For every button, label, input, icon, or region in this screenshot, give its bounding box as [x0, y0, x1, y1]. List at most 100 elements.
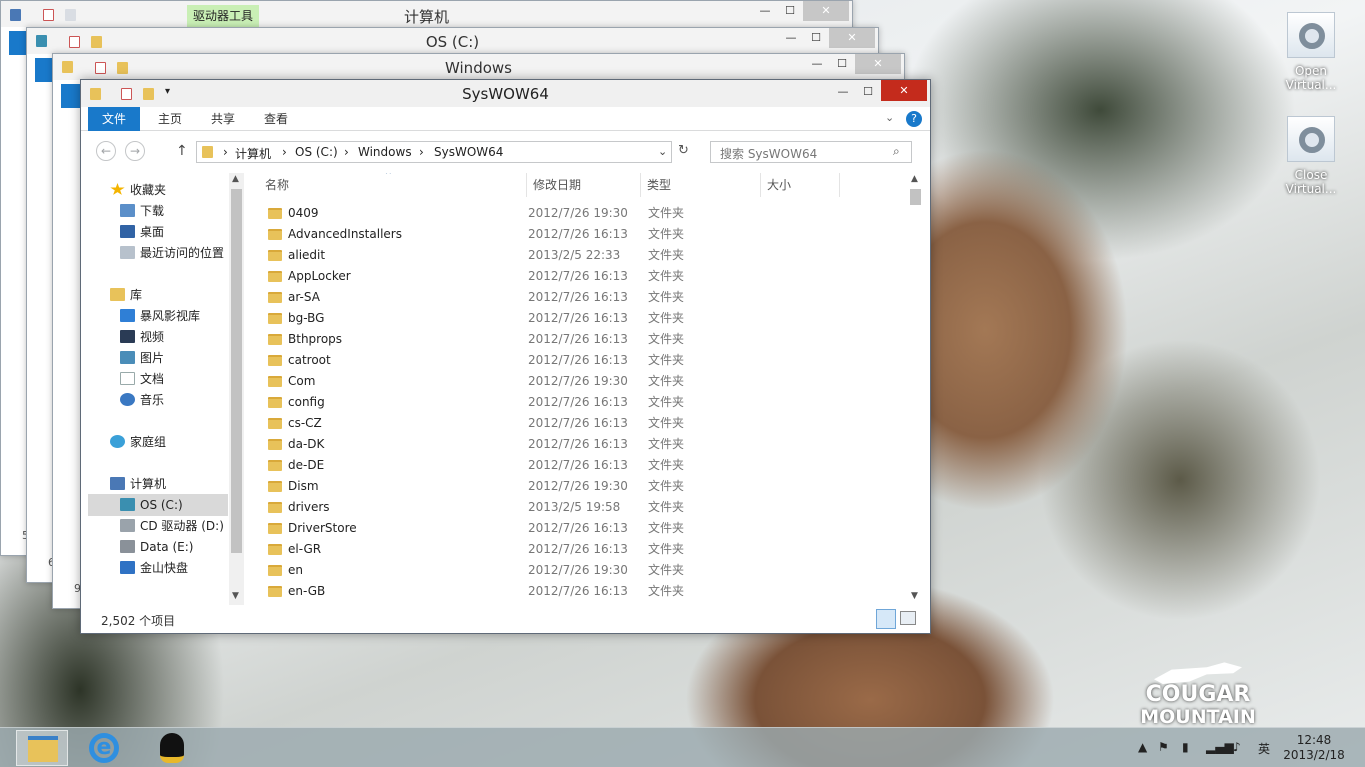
scroll-thumb[interactable] [231, 189, 242, 553]
explorer-window[interactable]: ▾ SysWOW64 — ☐ ✕ 文件 主页 共享 查看 ⌄ ? ← → ↑ ›… [80, 79, 931, 634]
nav-computer[interactable]: 计算机 [110, 474, 166, 494]
table-row[interactable]: 0409 2012/7/26 19:30 文件夹 [259, 203, 899, 224]
forward-button[interactable]: → [125, 141, 145, 161]
breadcrumb-syswow64[interactable]: SysWOW64 [434, 145, 503, 159]
nav-videos[interactable]: 视频 [120, 327, 164, 347]
scroll-thumb[interactable] [910, 189, 921, 205]
back-button[interactable]: ← [96, 141, 116, 161]
nav-desktop[interactable]: 桌面 [120, 222, 164, 242]
nav-libraries[interactable]: 库 [110, 285, 142, 305]
table-row[interactable]: AppLocker 2012/7/26 16:13 文件夹 [259, 266, 899, 287]
ime-indicator[interactable]: 英 [1258, 740, 1270, 757]
clock[interactable]: 12:48 2013/2/18 [1282, 733, 1346, 763]
taskbar-explorer[interactable] [16, 730, 68, 766]
refresh-button[interactable]: ↻ [678, 143, 689, 158]
minimize-button[interactable]: — [833, 82, 853, 102]
table-row[interactable]: el-GR 2012/7/26 16:13 文件夹 [259, 539, 899, 560]
nav-music[interactable]: 音乐 [120, 390, 164, 410]
close-button[interactable]: ✕ [855, 54, 901, 74]
scroll-down-icon[interactable]: ▼ [232, 591, 239, 601]
up-button[interactable]: ↑ [176, 143, 188, 159]
nav-baofeng[interactable]: 暴风影视库 [120, 306, 200, 326]
titlebar[interactable]: ▾ SysWOW64 — ☐ ✕ [81, 80, 930, 107]
tab-view[interactable]: 查看 [250, 107, 302, 131]
maximize-button[interactable]: ☐ [858, 82, 878, 102]
column-name[interactable]: 名称 [265, 173, 289, 197]
nav-scrollbar[interactable]: ▲ ▼ [229, 173, 244, 605]
table-row[interactable]: AdvancedInstallers 2012/7/26 16:13 文件夹 [259, 224, 899, 245]
titlebar[interactable]: 驱动器工具 计算机 — ☐ ✕ [1, 1, 852, 27]
desktop-icon-open-virtual[interactable]: Open Virtual... [1276, 12, 1346, 92]
breadcrumb-computer[interactable]: 计算机 [235, 145, 271, 162]
help-icon[interactable]: ? [906, 111, 922, 127]
history-dropdown-icon[interactable]: ⌄ [658, 145, 667, 158]
address-bar[interactable]: › 计算机 › OS (C:) › Windows › SysWOW64 ⌄ [196, 141, 672, 163]
file-name: bg-BG [288, 311, 325, 325]
column-modified[interactable]: 修改日期 [526, 173, 581, 197]
table-row[interactable]: cs-CZ 2012/7/26 16:13 文件夹 [259, 413, 899, 434]
breadcrumb-os-c[interactable]: OS (C:) [295, 145, 338, 159]
search-box[interactable]: 搜索 SysWOW64 ⌕ [710, 141, 912, 163]
nav-favorites[interactable]: 收藏夹 [110, 180, 166, 200]
titlebar[interactable]: OS (C:) — ☐ ✕ [27, 28, 878, 54]
details-view-icon[interactable] [876, 609, 896, 629]
large-icons-view-icon[interactable] [900, 611, 916, 625]
maximize-button[interactable]: ☐ [780, 1, 800, 21]
close-button[interactable]: ✕ [803, 1, 849, 21]
table-row[interactable]: drivers 2013/2/5 19:58 文件夹 [259, 497, 899, 518]
action-center-icon[interactable]: ⚑ [1158, 740, 1169, 754]
table-row[interactable]: en 2012/7/26 19:30 文件夹 [259, 560, 899, 581]
tab-home[interactable]: 主页 [144, 107, 196, 131]
nav-homegroup[interactable]: 家庭组 [110, 432, 166, 452]
table-row[interactable]: Com 2012/7/26 19:30 文件夹 [259, 371, 899, 392]
scroll-down-icon[interactable]: ▼ [911, 591, 918, 601]
network-icon[interactable]: ▂▄▆ [1206, 740, 1234, 754]
nav-downloads[interactable]: 下载 [120, 201, 164, 221]
close-button[interactable]: ✕ [829, 28, 875, 48]
nav-recent[interactable]: 最近访问的位置 [120, 243, 224, 263]
nav-documents[interactable]: 文档 [120, 369, 164, 389]
column-type[interactable]: 类型 [640, 173, 671, 197]
file-scrollbar[interactable]: ▲ ▼ [908, 173, 923, 605]
taskbar-ie[interactable]: e [78, 730, 130, 766]
video-icon [120, 330, 135, 343]
nav-pictures[interactable]: 图片 [120, 348, 164, 368]
minimize-button[interactable]: — [755, 1, 775, 21]
table-row[interactable]: aliedit 2013/2/5 22:33 文件夹 [259, 245, 899, 266]
table-row[interactable]: en-GB 2012/7/26 16:13 文件夹 [259, 581, 899, 602]
desktop-icon-close-virtual[interactable]: Close Virtual... [1276, 116, 1346, 196]
maximize-button[interactable]: ☐ [806, 28, 826, 48]
tab-file[interactable]: 文件 [88, 107, 141, 131]
table-row[interactable]: Bthprops 2012/7/26 16:13 文件夹 [259, 329, 899, 350]
table-row[interactable]: de-DE 2012/7/26 16:13 文件夹 [259, 455, 899, 476]
table-row[interactable]: bg-BG 2012/7/26 16:13 文件夹 [259, 308, 899, 329]
power-icon[interactable]: ▮ [1182, 740, 1189, 754]
volume-icon[interactable]: ♪ [1233, 740, 1241, 754]
nav-cd-drive[interactable]: CD 驱动器 (D:) [120, 516, 224, 536]
nav-os-c[interactable]: OS (C:) [120, 495, 183, 515]
tab-share[interactable]: 共享 [197, 107, 249, 131]
nav-data-e[interactable]: Data (E:) [120, 537, 193, 557]
minimize-button[interactable]: — [807, 54, 827, 74]
minimize-button[interactable]: — [781, 28, 801, 48]
titlebar[interactable]: Windows — ☐ ✕ [53, 54, 904, 80]
scroll-up-icon[interactable]: ▲ [911, 174, 918, 184]
breadcrumb-windows[interactable]: Windows [358, 145, 412, 159]
table-row[interactable]: da-DK 2012/7/26 16:13 文件夹 [259, 434, 899, 455]
show-hidden-icons[interactable]: ▲ [1138, 740, 1147, 754]
nav-kuaipan[interactable]: 金山快盘 [120, 558, 188, 578]
cd-drive-icon [120, 519, 135, 532]
table-row[interactable]: ar-SA 2012/7/26 16:13 文件夹 [259, 287, 899, 308]
table-row[interactable]: Dism 2012/7/26 19:30 文件夹 [259, 476, 899, 497]
column-size[interactable]: 大小 [760, 173, 840, 197]
table-row[interactable]: config 2012/7/26 16:13 文件夹 [259, 392, 899, 413]
close-button[interactable]: ✕ [881, 80, 927, 101]
taskbar-qq[interactable] [146, 730, 198, 766]
table-row[interactable]: catroot 2012/7/26 16:13 文件夹 [259, 350, 899, 371]
table-row[interactable]: DriverStore 2012/7/26 16:13 文件夹 [259, 518, 899, 539]
search-input[interactable]: 搜索 SysWOW64 [720, 145, 817, 162]
scroll-up-icon[interactable]: ▲ [232, 174, 239, 184]
expand-ribbon-icon[interactable]: ⌄ [885, 111, 894, 124]
search-icon[interactable]: ⌕ [893, 144, 900, 159]
maximize-button[interactable]: ☐ [832, 54, 852, 74]
